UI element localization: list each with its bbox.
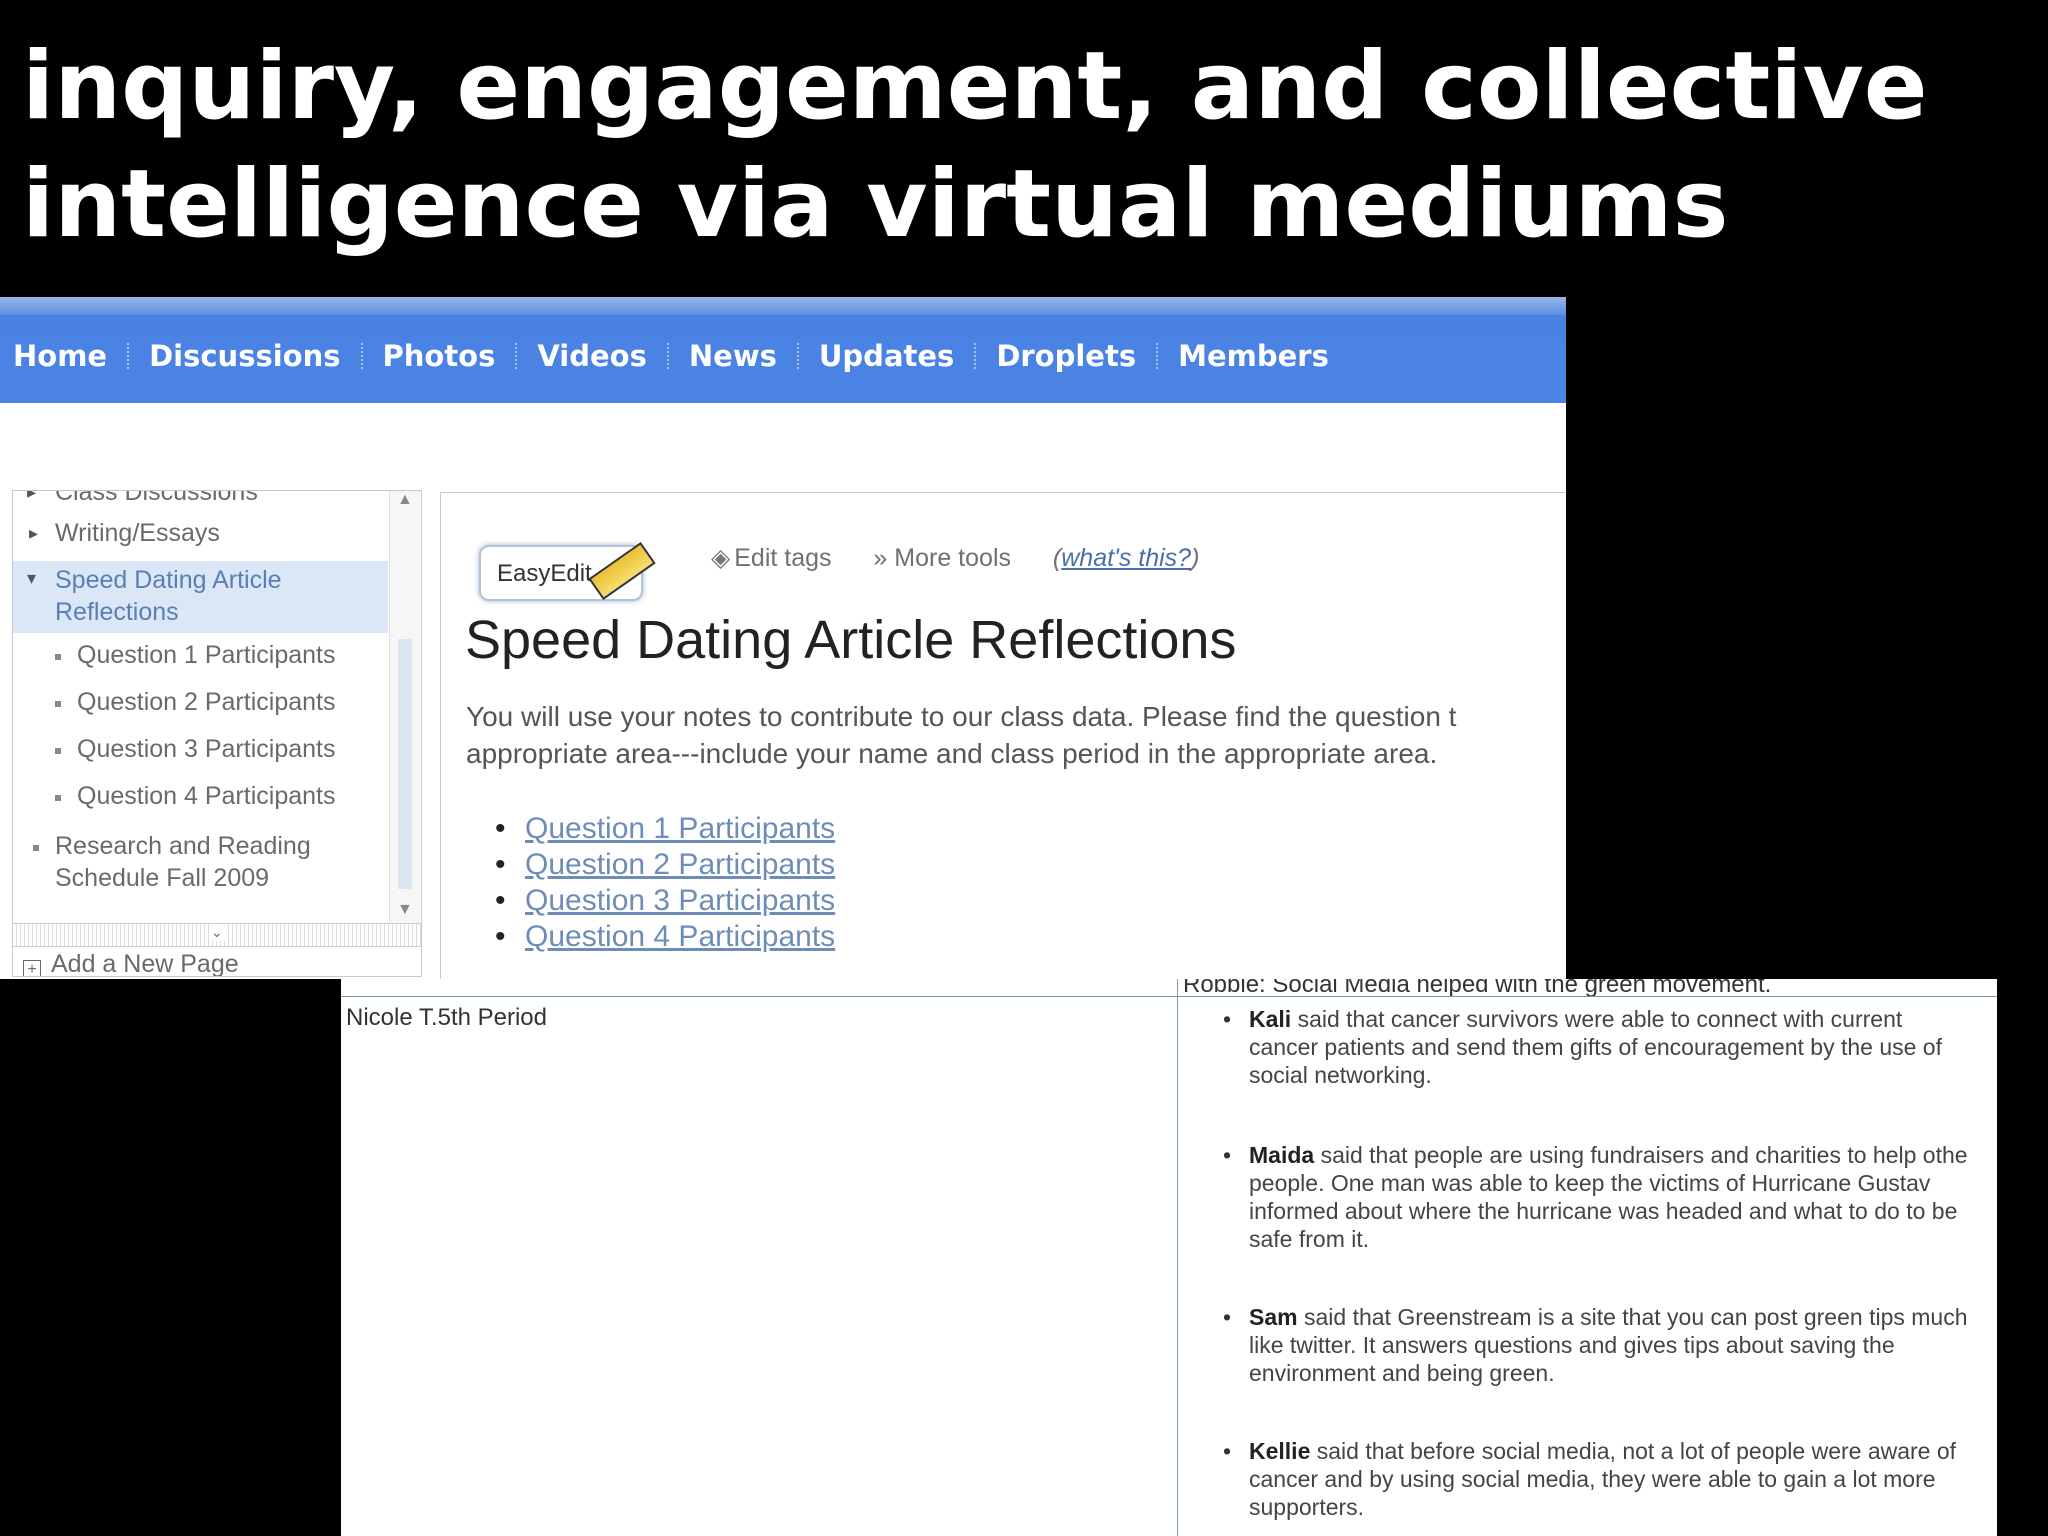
help-text: (what's this?) [1052,544,1200,572]
sidebar-item-question-3[interactable]: Question 3 Participants [13,734,388,768]
nav-photos[interactable]: Photos [383,339,496,373]
participant-name: Maida [1249,1142,1315,1168]
top-nav-bar: Home Discussions Photos Videos News Upda… [0,297,1566,403]
nav-members[interactable]: Members [1178,339,1329,373]
tag-icon: ◈ [711,544,731,572]
participant-name: Sam [1249,1304,1298,1330]
sidebar-item-label: Reflections [55,598,179,626]
list-item: Kellie said that before social media, no… [1221,1437,1997,1521]
scroll-down-arrow-icon[interactable]: ▼ [397,901,413,919]
slide-title-line-2: intelligence via virtual mediums [22,150,1729,259]
page-intro: You will use your notes to contribute to… [466,698,1566,772]
bullet-icon [33,845,39,851]
sidebar-item-label: Speed Dating Article [55,566,282,594]
page-content: EasyEdit ◈ Edit tags » More tools (what's… [440,492,1566,979]
question-1-link[interactable]: Question 1 Participants [525,812,835,845]
nav-separator [796,343,799,369]
nav-news[interactable]: News [689,339,777,373]
sidebar-item-label: Question 4 Participants [77,782,336,810]
slide-title: inquiry, engagement, and collective inte… [22,28,2002,264]
wiki-screenshot: Home Discussions Photos Videos News Upda… [0,297,1566,979]
left-cell-text: Nicole T.5th Period [346,1004,547,1031]
sidebar-item-label: Question 1 Participants [77,641,336,669]
sidebar-item-question-4[interactable]: Question 4 Participants [13,781,388,815]
easyedit-label: EasyEdit [497,560,592,587]
sidebar-item-class-discussions[interactable]: ▸ Class Discussions [13,490,388,508]
sidebar-item-label: Class Discussions [55,490,258,506]
question-links-list: Question 1 Participants Question 2 Parti… [495,811,835,955]
nav-separator [974,343,977,369]
slide-title-line-1: inquiry, engagement, and collective [22,32,1928,141]
expand-triangle-icon: ▸ [29,523,39,543]
collapse-triangle-icon: ▾ [27,568,37,588]
pencil-icon [588,541,656,601]
nav-bar-highlight [0,297,1566,315]
nav-discussions[interactable]: Discussions [149,339,340,373]
sidebar-item-writing-essays[interactable]: ▸ Writing/Essays [13,518,388,550]
participant-name: Kali [1249,1006,1292,1032]
whats-this-link[interactable]: what's this? [1061,544,1191,572]
participant-name: Kellie [1249,1438,1311,1464]
page-tree-sidebar: ▸ Class Discussions ▸ Writing/Essays ▾ S… [12,490,422,977]
nav-separator [1156,343,1159,369]
nav-separator [127,343,130,369]
nav-droplets[interactable]: Droplets [996,339,1136,373]
list-item: Question 4 Participants [495,919,835,955]
nav-separator [666,343,669,369]
intro-line: You will use your notes to contribute to… [466,701,1457,732]
bullet-icon [55,701,61,707]
page-title: Speed Dating Article Reflections [465,610,1237,670]
list-item: Question 3 Participants [495,883,835,919]
scroll-up-arrow-icon[interactable]: ▲ [397,491,413,509]
chevron-down-icon: ⌄ [209,924,225,941]
nav-home[interactable]: Home [13,339,107,373]
easyedit-button[interactable]: EasyEdit [479,541,656,601]
list-item: Question 1 Participants [495,811,835,847]
add-new-page-label: Add a New Page [51,950,239,977]
list-item: Sam said that Greenstream is a site that… [1221,1303,1997,1387]
sidebar-item-label: Question 2 Participants [77,688,336,716]
bullet-icon [55,748,61,754]
intro-line: appropriate area---include your name and… [466,738,1438,769]
nav-videos[interactable]: Videos [537,339,647,373]
nav-separator [360,343,363,369]
nav-updates[interactable]: Updates [819,339,954,373]
sidebar-item-label: Schedule Fall 2009 [55,864,270,892]
sidebar-scrollbar[interactable]: ▲ ▼ [389,491,420,923]
edit-tags-link[interactable]: Edit tags [734,544,831,572]
sidebar-item-label: Question 3 Participants [77,735,336,763]
list-item: Maida said that people are using fundrai… [1221,1141,1997,1253]
scrollbar-thumb[interactable] [398,639,412,889]
add-page-icon: + [23,960,41,976]
question-3-link[interactable]: Question 3 Participants [525,884,835,917]
question-2-link[interactable]: Question 2 Participants [525,848,835,881]
nav-items: Home Discussions Photos Videos News Upda… [13,339,1329,373]
nav-separator [515,343,518,369]
sidebar-resize-grip[interactable]: ⌄ [13,923,421,947]
table-column-divider [1177,979,1178,1536]
bullet-icon [55,654,61,660]
list-item: Kali said that cancer survivors were abl… [1221,1005,1997,1089]
page-toolbar: ◈ Edit tags » More tools (what's this?) [711,543,1199,573]
question-4-link[interactable]: Question 4 Participants [525,920,835,953]
sidebar-item-research-schedule[interactable]: Research and Reading Schedule Fall 2009 [13,831,388,899]
add-new-page-link[interactable]: + Add a New Page [23,950,239,977]
table-top-border [341,996,1997,997]
sidebar-item-speed-dating[interactable]: ▾ Speed Dating Article Reflections [13,561,388,633]
list-item: Question 2 Participants [495,847,835,883]
participants-table-screenshot: Robbie: Social Media helped with the gre… [341,979,1997,1536]
sidebar-item-label: Writing/Essays [55,519,220,547]
sidebar-item-question-1[interactable]: Question 1 Participants [13,640,388,674]
bullet-icon [55,795,61,801]
more-tools-link[interactable]: More tools [894,544,1011,572]
sidebar-item-label: Research and Reading [55,832,311,860]
sidebar-item-question-2[interactable]: Question 2 Participants [13,687,388,721]
expand-triangle-icon: ▸ [27,490,37,502]
double-chevron-icon: » [873,544,888,572]
